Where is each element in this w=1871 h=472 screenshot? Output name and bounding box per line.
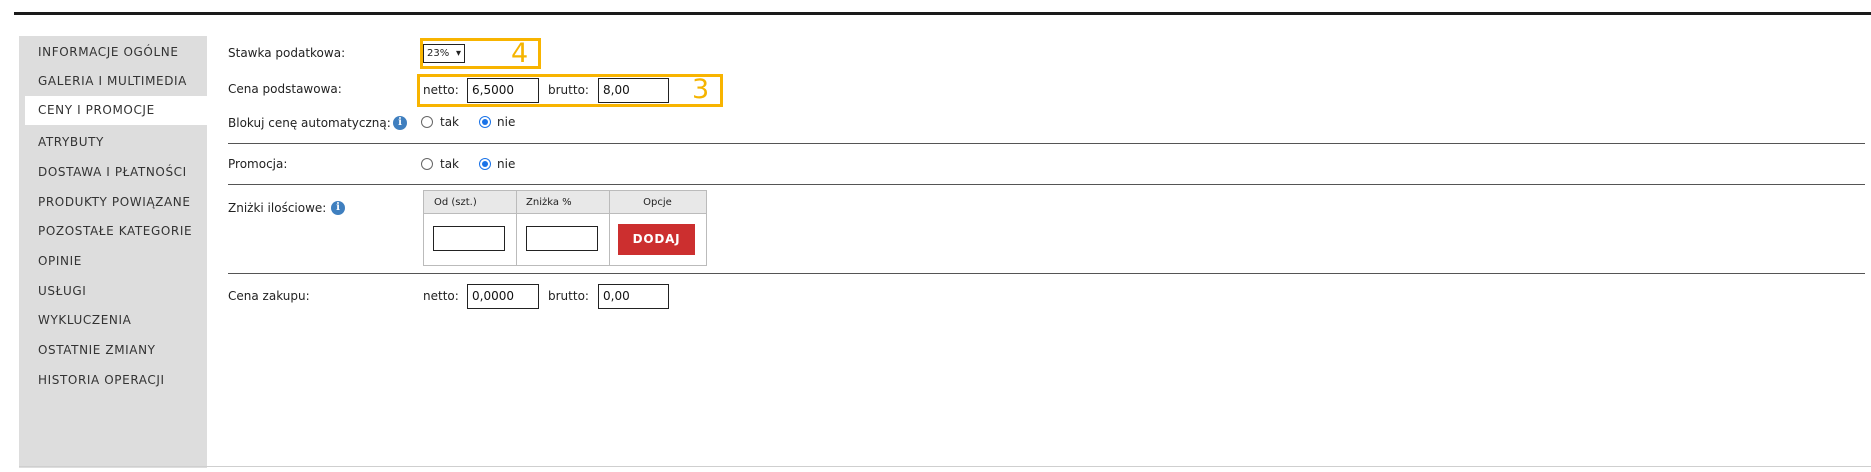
purchase-price-brutto-label: brutto: xyxy=(548,289,589,303)
sidebar-item-historia-operacji[interactable]: HISTORIA OPERACJI xyxy=(19,364,207,396)
section-divider xyxy=(228,273,1865,274)
sidebar-item-atrybuty[interactable]: ATRYBUTY xyxy=(19,126,207,158)
discount-percent-input[interactable] xyxy=(526,226,598,251)
table-divider xyxy=(609,191,610,265)
section-divider xyxy=(228,184,1865,185)
promotion-no-label: nie xyxy=(497,157,516,171)
promotion-no-radio[interactable] xyxy=(479,158,491,170)
info-icon[interactable]: i xyxy=(393,116,407,130)
sidebar-item-uslugi[interactable]: USŁUGI xyxy=(19,275,207,307)
sidebar-item-wykluczenia[interactable]: WYKLUCZENIA xyxy=(19,304,207,336)
promotion-yes-label: tak xyxy=(440,157,460,171)
bottom-border xyxy=(19,466,1871,467)
info-icon[interactable]: i xyxy=(331,201,345,215)
discounts-col-header: Zniżka % xyxy=(516,191,609,214)
discount-from-input[interactable] xyxy=(433,226,505,251)
top-border xyxy=(14,12,1871,15)
discounts-col-header: Opcje xyxy=(609,191,706,214)
vat-label: Stawka podatkowa: xyxy=(228,46,346,60)
sidebar-item-opinie[interactable]: OPINIE xyxy=(19,245,207,277)
block-price-yes-radio[interactable] xyxy=(421,116,433,128)
annotation-number-3: 3 xyxy=(692,74,710,105)
purchase-price-brutto-input[interactable]: 0,00 xyxy=(598,284,669,309)
sidebar-item-pozostale-kategorie[interactable]: POZOSTAŁE KATEGORIE xyxy=(19,215,207,247)
promotion-yes-radio[interactable] xyxy=(421,158,433,170)
sidebar-item-informacje-ogolne[interactable]: INFORMACJE OGÓLNE xyxy=(19,36,207,68)
sidebar-item-dostawa[interactable]: DOSTAWA I PŁATNOŚCI xyxy=(19,156,207,188)
section-divider xyxy=(228,143,1865,144)
block-price-label: Blokuj cenę automatyczną: xyxy=(228,116,391,130)
purchase-price-netto-input[interactable]: 0,0000 xyxy=(467,284,539,309)
base-price-netto-input[interactable]: 6,5000 xyxy=(467,78,539,103)
sidebar: INFORMACJE OGÓLNE GALERIA I MULTIMEDIA C… xyxy=(19,36,212,468)
add-discount-button[interactable]: DODAJ xyxy=(618,224,695,255)
block-price-no-radio[interactable] xyxy=(479,116,491,128)
base-price-brutto-label: brutto: xyxy=(548,83,589,97)
discounts-col-header: Od (szt.) xyxy=(424,191,516,214)
annotation-number-4: 4 xyxy=(511,38,529,69)
sidebar-item-ostatnie-zmiany[interactable]: OSTATNIE ZMIANY xyxy=(19,334,207,366)
discounts-label: Zniżki ilościowe: xyxy=(228,201,327,215)
table-divider xyxy=(516,191,517,265)
promotion-label: Promocja: xyxy=(228,157,288,171)
sidebar-item-produkty-powiazane[interactable]: PRODUKTY POWIĄZANE xyxy=(19,186,207,218)
purchase-price-netto-label: netto: xyxy=(423,289,459,303)
base-price-brutto-input[interactable]: 8,00 xyxy=(598,78,669,103)
sidebar-item-galeria[interactable]: GALERIA I MULTIMEDIA xyxy=(19,65,207,97)
block-price-yes-label: tak xyxy=(440,115,460,129)
base-price-label: Cena podstawowa: xyxy=(228,82,342,96)
base-price-netto-label: netto: xyxy=(423,83,459,97)
purchase-price-label: Cena zakupu: xyxy=(228,289,310,303)
block-price-no-label: nie xyxy=(497,115,516,129)
sidebar-item-ceny-i-promocje[interactable]: CENY I PROMOCJE xyxy=(25,96,212,125)
